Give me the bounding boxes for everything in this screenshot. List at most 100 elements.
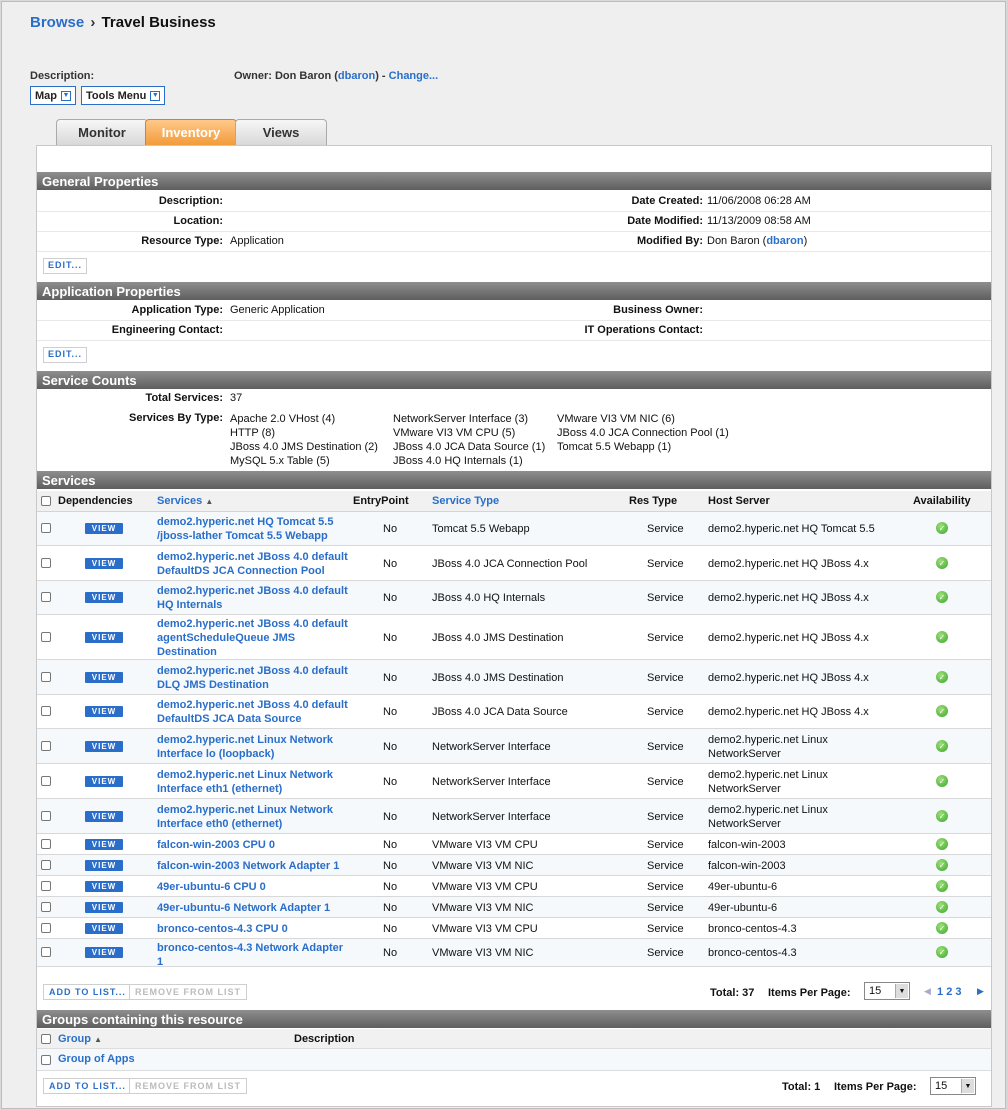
tab-monitor[interactable]: Monitor — [56, 119, 148, 145]
row-checkbox[interactable] — [41, 1055, 51, 1065]
add-to-list-button[interactable]: ADD TO LIST... — [43, 984, 132, 1000]
resource-type-label: Resource Type: — [141, 235, 223, 247]
row-checkbox[interactable] — [41, 947, 51, 957]
table-row: VIEW 49er-ubuntu-6 CPU 0 No VMware VI3 VM C… — [37, 876, 991, 897]
view-dependencies-button[interactable]: VIEW — [85, 672, 123, 683]
service-name-link[interactable]: bronco-centos-4.3 CPU 0 — [157, 922, 352, 936]
service-name-link[interactable]: demo2.hyperic.net HQ Tomcat 5.5 /jboss-l… — [157, 515, 352, 543]
services-per-page-label: Items Per Page: — [768, 987, 851, 999]
row-checkbox[interactable] — [41, 881, 51, 891]
next-page-icon[interactable]: ▶ — [977, 986, 984, 997]
row-checkbox[interactable] — [41, 839, 51, 849]
service-name-link[interactable]: demo2.hyperic.net JBoss 4.0 default agen… — [157, 617, 352, 659]
row-checkbox[interactable] — [41, 923, 51, 933]
select-all-checkbox[interactable] — [41, 496, 51, 506]
owner-info: Owner: Don Baron (dbaron) - Change... — [234, 70, 438, 82]
entrypoint-value: No — [383, 632, 398, 644]
group-column-header[interactable]: Group ▲ — [58, 1033, 102, 1045]
row-checkbox[interactable] — [41, 776, 51, 786]
status-ok-icon: ✓ — [936, 705, 948, 717]
modified-by-user-link[interactable]: dbaron — [766, 235, 803, 247]
view-dependencies-button[interactable]: VIEW — [85, 706, 123, 717]
status-ok-icon: ✓ — [936, 838, 948, 850]
service-name-link[interactable]: falcon-win-2003 CPU 0 — [157, 838, 352, 852]
view-dependencies-button[interactable]: VIEW — [85, 523, 123, 534]
status-ok-icon: ✓ — [936, 631, 948, 643]
res-type-value: Service — [647, 632, 684, 644]
row-checkbox[interactable] — [41, 860, 51, 870]
edit-application-button[interactable]: EDIT... — [43, 347, 88, 363]
groups-per-page-select[interactable]: 15 ▼ — [930, 1077, 976, 1095]
view-dependencies-button[interactable]: VIEW — [85, 776, 123, 787]
service-name-link[interactable]: demo2.hyperic.net Linux Network Interfac… — [157, 768, 352, 796]
row-checkbox[interactable] — [41, 706, 51, 716]
view-dependencies-button[interactable]: VIEW — [85, 632, 123, 643]
row-checkbox[interactable] — [41, 902, 51, 912]
group-link[interactable]: Group of Apps — [58, 1053, 135, 1065]
page-link-1[interactable]: 1 — [937, 986, 943, 998]
tools-menu-button[interactable]: Tools Menu ▼ — [81, 86, 166, 105]
service-name-link[interactable]: demo2.hyperic.net JBoss 4.0 default HQ I… — [157, 584, 352, 612]
select-all-groups-checkbox[interactable] — [41, 1034, 51, 1044]
property-row: Resource Type: Application Modified By: … — [37, 232, 991, 252]
change-owner-link[interactable]: Change... — [389, 70, 439, 82]
services-by-type-column-1: Apache 2.0 VHost (4) HTTP (8) JBoss 4.0 … — [230, 412, 378, 468]
view-dependencies-button[interactable]: VIEW — [85, 947, 123, 958]
service-name-link[interactable]: demo2.hyperic.net JBoss 4.0 default Defa… — [157, 550, 352, 578]
host-server-value: 49er-ubuntu-6 — [708, 902, 778, 914]
add-group-to-list-button[interactable]: ADD TO LIST... — [43, 1078, 132, 1094]
service-type-column-header[interactable]: Service Type — [432, 495, 499, 507]
view-dependencies-button[interactable]: VIEW — [85, 811, 123, 822]
res-type-column-header: Res Type — [629, 495, 678, 507]
view-dependencies-button[interactable]: VIEW — [85, 923, 123, 934]
service-type-count: JBoss 4.0 JMS Destination (2) — [230, 441, 378, 453]
groups-per-page-label: Items Per Page: — [834, 1081, 917, 1093]
edit-general-button[interactable]: EDIT... — [43, 258, 88, 274]
row-checkbox[interactable] — [41, 592, 51, 602]
entrypoint-value: No — [383, 672, 398, 684]
status-ok-icon: ✓ — [936, 671, 948, 683]
row-checkbox[interactable] — [41, 672, 51, 682]
entrypoint-column-header: EntryPoint — [353, 495, 409, 507]
service-name-link[interactable]: demo2.hyperic.net JBoss 4.0 default Defa… — [157, 698, 352, 726]
view-dependencies-button[interactable]: VIEW — [85, 741, 123, 752]
owner-user-link[interactable]: dbaron — [338, 70, 375, 82]
page-link-3[interactable]: 3 — [955, 986, 961, 998]
row-checkbox[interactable] — [41, 523, 51, 533]
page: Browse › Travel Business Description: Ow… — [1, 1, 1006, 1109]
status-ok-icon: ✓ — [936, 557, 948, 569]
services-column-header[interactable]: Services ▲ — [157, 495, 213, 507]
map-button[interactable]: Map ▼ — [30, 86, 76, 105]
row-checkbox[interactable] — [41, 741, 51, 751]
view-dependencies-button[interactable]: VIEW — [85, 558, 123, 569]
remove-group-from-list-button[interactable]: REMOVE FROM LIST — [129, 1078, 247, 1094]
page-link-2[interactable]: 2 — [946, 986, 952, 998]
service-name-link[interactable]: demo2.hyperic.net Linux Network Interfac… — [157, 803, 352, 831]
table-row: VIEW falcon-win-2003 Network Adapter 1 No V… — [37, 855, 991, 876]
row-checkbox[interactable] — [41, 558, 51, 568]
modified-by-close: ) — [803, 235, 808, 247]
view-dependencies-button[interactable]: VIEW — [85, 881, 123, 892]
view-dependencies-button[interactable]: VIEW — [85, 592, 123, 603]
view-dependencies-button[interactable]: VIEW — [85, 860, 123, 871]
tab-views[interactable]: Views — [235, 119, 327, 145]
row-checkbox[interactable] — [41, 632, 51, 642]
services-per-page-select[interactable]: 15 ▼ — [864, 982, 910, 1000]
service-name-link[interactable]: 49er-ubuntu-6 CPU 0 — [157, 880, 352, 894]
owner-name: Don Baron ( — [274, 70, 338, 82]
tab-inventory[interactable]: Inventory — [145, 119, 237, 145]
remove-from-list-button[interactable]: REMOVE FROM LIST — [129, 984, 247, 1000]
owner-close: ) - — [375, 70, 386, 82]
group-column-label: Group — [58, 1033, 91, 1045]
view-dependencies-button[interactable]: VIEW — [85, 839, 123, 850]
breadcrumb-browse-link[interactable]: Browse — [30, 14, 84, 31]
service-name-link[interactable]: demo2.hyperic.net Linux Network Interfac… — [157, 733, 352, 761]
service-name-link[interactable]: bronco-centos-4.3 Network Adapter 1 — [157, 941, 352, 969]
service-name-link[interactable]: demo2.hyperic.net JBoss 4.0 default DLQ … — [157, 664, 352, 692]
service-name-link[interactable]: 49er-ubuntu-6 Network Adapter 1 — [157, 901, 352, 915]
row-checkbox[interactable] — [41, 811, 51, 821]
service-name-link[interactable]: falcon-win-2003 Network Adapter 1 — [157, 859, 352, 873]
tools-menu-label: Tools Menu — [86, 89, 147, 102]
host-server-value: falcon-win-2003 — [708, 860, 786, 872]
view-dependencies-button[interactable]: VIEW — [85, 902, 123, 913]
